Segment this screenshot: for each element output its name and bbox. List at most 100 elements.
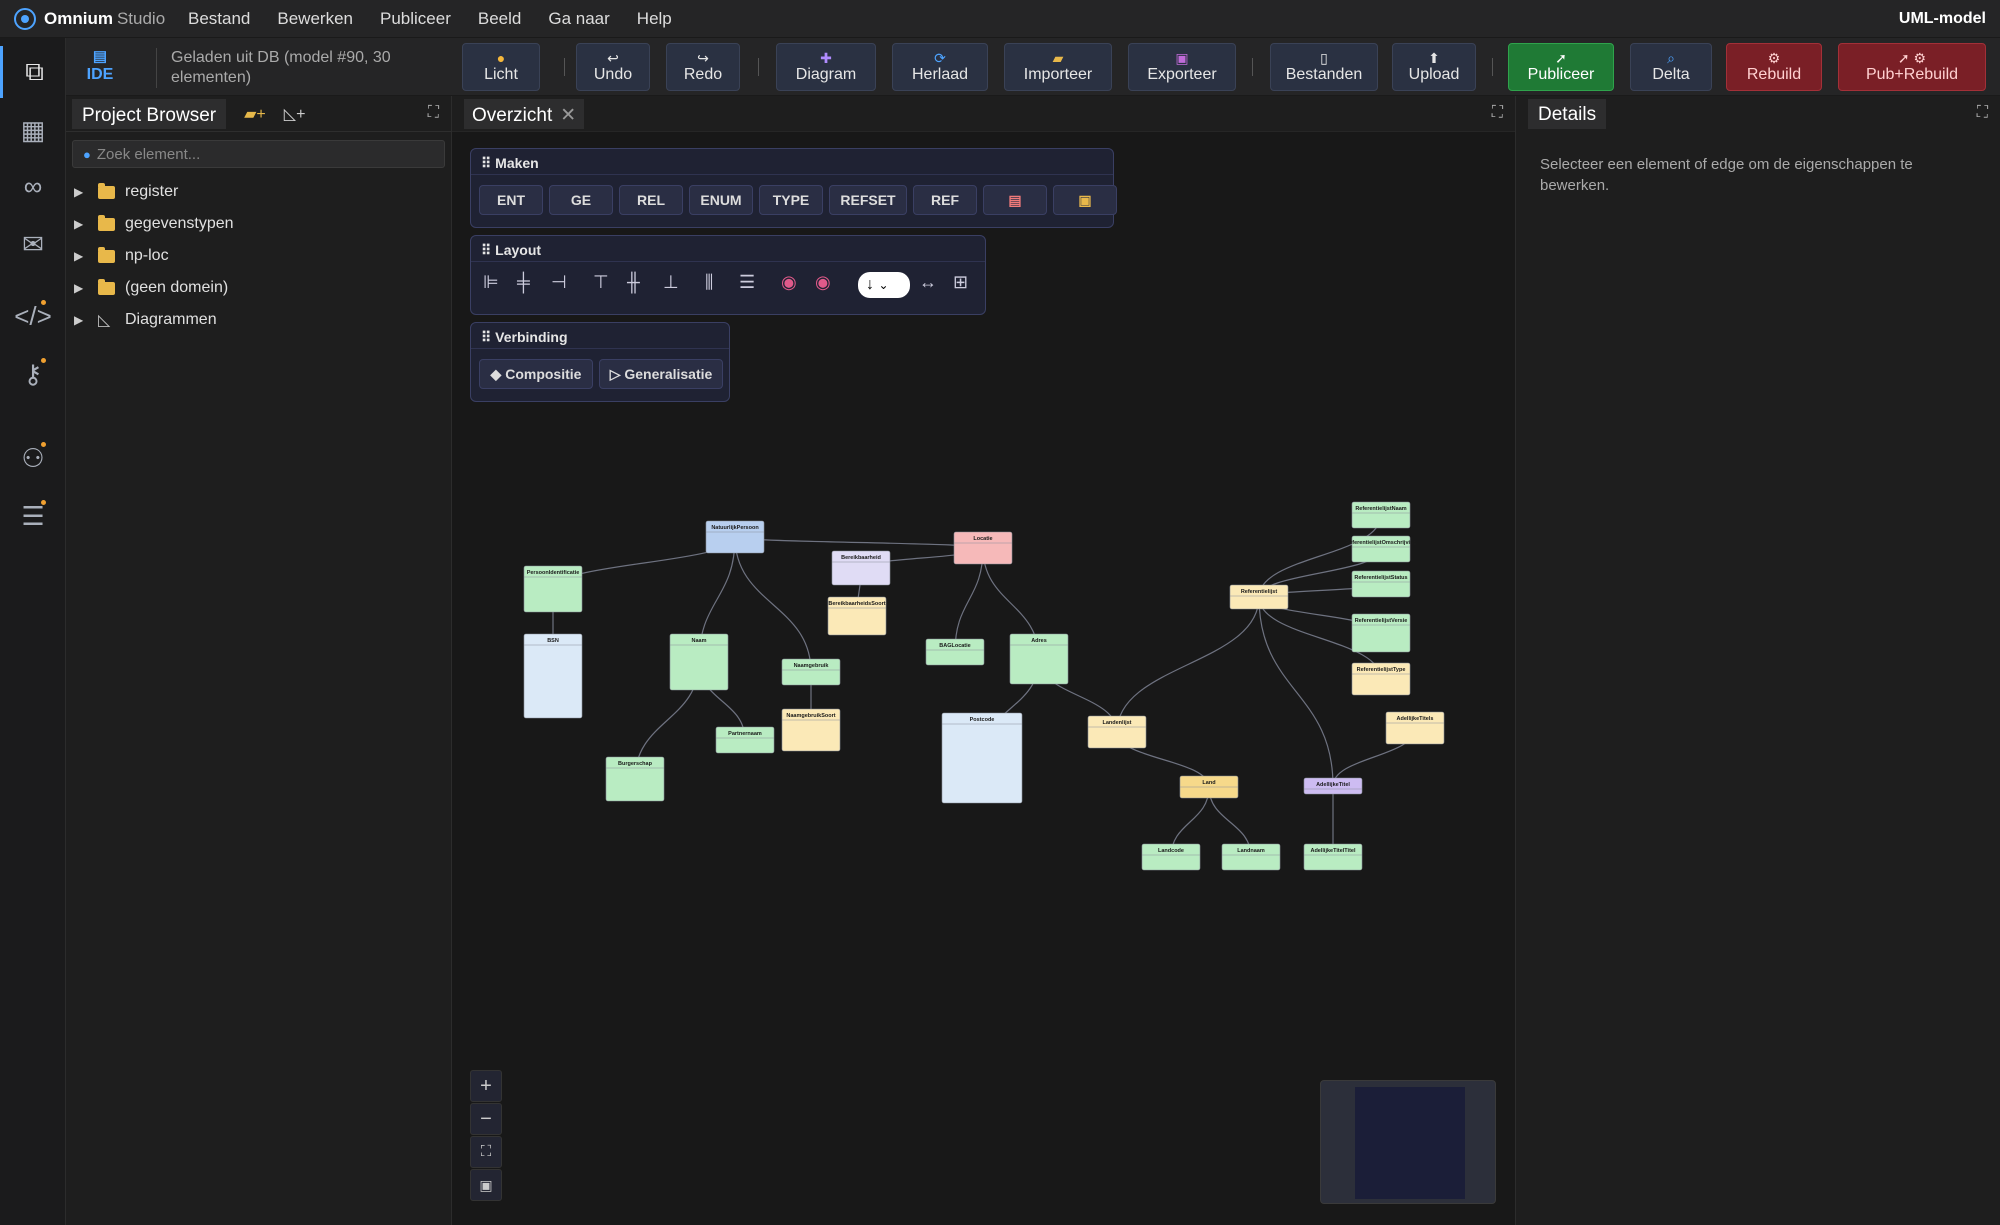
key-icon[interactable]: ⚷ (0, 348, 66, 400)
edge[interactable] (734, 536, 812, 673)
diagram-node[interactable]: BereikbaarheidsSoort (827, 596, 887, 636)
diagram-node[interactable]: Partnernaam (715, 726, 775, 754)
graph-view-icon[interactable]: ∞ (0, 160, 66, 212)
diagram-node[interactable]: Burgerschap (605, 756, 665, 802)
diagram-node[interactable]: BSN (523, 633, 583, 719)
diagram-node[interactable]: ReferentielijstNaam (1351, 501, 1411, 529)
minimap[interactable] (1320, 1080, 1496, 1204)
diagram-node[interactable]: Naam (669, 633, 729, 691)
table-view-icon[interactable]: ▦ (0, 104, 66, 156)
diagram-node[interactable]: Postcode (941, 712, 1023, 804)
importeer-button[interactable]: ▰ Importeer (1004, 43, 1112, 91)
tab-project-browser[interactable]: Project Browser (72, 98, 227, 129)
bestanden-button[interactable]: ▯ Bestanden (1270, 43, 1378, 91)
compositie-button[interactable]: ◆ Compositie (479, 359, 593, 389)
diagram-node[interactable]: ReferentielijstType (1351, 662, 1411, 696)
diagram-node[interactable]: Locatie (953, 531, 1013, 565)
document-icon[interactable]: ▤ (983, 185, 1047, 215)
auto-layout-selection-icon[interactable]: ◉ (815, 272, 831, 293)
rebuild-button[interactable]: ⚙ Rebuild (1726, 43, 1822, 91)
tree-item-register[interactable]: ▶ register (66, 176, 451, 208)
lock-icon[interactable]: ▣ (1053, 185, 1117, 215)
upload-button[interactable]: ⬆ Upload (1392, 43, 1476, 91)
menu-bestand[interactable]: Bestand (188, 9, 250, 29)
expand-arrow-icon[interactable]: ▶ (74, 249, 90, 263)
diagram-node[interactable]: NaamgebruikSoort (781, 708, 841, 752)
menu-beeld[interactable]: Beeld (478, 9, 521, 29)
align-middle-icon[interactable]: ╫ (627, 272, 640, 293)
diagram-node[interactable]: ReferentielijstOmschrijving (1345, 535, 1417, 563)
zoom-in-icon[interactable]: + (470, 1070, 502, 1102)
align-bottom-icon[interactable]: ⊥ (663, 272, 679, 293)
diagram-node[interactable]: Bereikbaarheid (831, 550, 891, 586)
diagram-node[interactable]: Land (1179, 775, 1239, 799)
users-icon[interactable]: ⚇ (0, 432, 66, 484)
diagram-node[interactable]: AdellijkeTitel (1303, 777, 1363, 795)
code-icon[interactable]: </> (0, 290, 66, 342)
diagram-node[interactable]: Referentielijst (1229, 584, 1289, 610)
fit-view-icon[interactable]: ⛶ (470, 1136, 502, 1168)
generalisatie-button[interactable]: ▷ Generalisatie (599, 359, 723, 389)
minimap-viewport[interactable] (1355, 1087, 1465, 1199)
tree-item-geen-domein[interactable]: ▶ (geen domein) (66, 272, 451, 304)
undo-button[interactable]: ↩ Undo (576, 43, 650, 91)
edge[interactable] (734, 536, 984, 549)
lock-icon[interactable]: ▣ (470, 1169, 502, 1201)
diagram-node[interactable]: AdellijkeTitels (1385, 711, 1445, 745)
expand-arrow-icon[interactable]: ▶ (74, 281, 90, 295)
menu-bewerken[interactable]: Bewerken (277, 9, 353, 29)
layout-direction-select[interactable]: ↓ ⌄ (858, 272, 910, 298)
enum-button[interactable]: ENUM (689, 185, 753, 215)
delta-button[interactable]: ⌕ Delta (1630, 43, 1712, 91)
align-left-icon[interactable]: ⊫ (483, 272, 499, 293)
expand-icon[interactable]: ⛶ (1977, 104, 1988, 122)
search-input[interactable]: ● Zoek element... (72, 140, 445, 168)
add-diagram-icon[interactable]: ◺+ (284, 104, 306, 124)
menu-help[interactable]: Help (637, 9, 672, 29)
align-right-icon[interactable]: ⊣ (551, 272, 567, 293)
edge[interactable] (1116, 596, 1260, 733)
licht-button[interactable]: ● Licht (462, 43, 540, 91)
mail-icon[interactable]: ✉ (0, 218, 66, 270)
menu-ga-naar[interactable]: Ga naar (548, 9, 609, 29)
align-center-h-icon[interactable]: ╪ (517, 272, 530, 293)
diagram-node[interactable]: PersoonIdentificatie (523, 565, 583, 613)
type-button[interactable]: TYPE (759, 185, 823, 215)
expand-arrow-icon[interactable]: ▶ (74, 217, 90, 231)
add-folder-icon[interactable]: ▰+ (244, 104, 266, 124)
expand-arrow-icon[interactable]: ▶ (74, 185, 90, 199)
expand-icon[interactable]: ⛶ (428, 104, 439, 122)
tree-item-gegevenstypen[interactable]: ▶ gegevenstypen (66, 208, 451, 240)
auto-layout-icon[interactable]: ◉ (781, 272, 797, 293)
herlaad-button[interactable]: ⟳ Herlaad (892, 43, 988, 91)
redo-button[interactable]: ↪ Redo (666, 43, 740, 91)
rel-button[interactable]: REL (619, 185, 683, 215)
menu-publiceer[interactable]: Publiceer (380, 9, 451, 29)
diagram-node[interactable]: Adres (1009, 633, 1069, 685)
spacing-icon[interactable]: ↔ (919, 272, 937, 293)
tab-details[interactable]: Details (1528, 99, 1607, 129)
diagram-node[interactable]: ReferentielijstVersie (1351, 613, 1411, 653)
grid-icon[interactable]: ⊞ (953, 272, 968, 293)
ide-button[interactable]: ▤ IDE (78, 48, 122, 84)
diagram-node[interactable]: Landnaam (1221, 843, 1281, 871)
ref-button[interactable]: REF (913, 185, 977, 215)
tree-item-np-loc[interactable]: ▶ np-loc (66, 240, 451, 272)
diagram-node[interactable]: NatuurlijkPersoon (705, 520, 765, 554)
pub-rebuild-button[interactable]: ➚ ⚙ Pub+Rebuild (1838, 43, 1986, 91)
distribute-h-icon[interactable]: ⫼ (705, 272, 713, 293)
diagram-node[interactable]: BAGLocatie (925, 638, 985, 666)
diagram-node[interactable]: AdellijkeTitelTitel (1303, 843, 1363, 871)
exporteer-button[interactable]: ▣ Exporteer (1128, 43, 1236, 91)
node-box[interactable] (941, 712, 1023, 804)
align-top-icon[interactable]: ⊤ (593, 272, 609, 293)
tree-item-diagrammen[interactable]: ▶ ◺ Diagrammen (66, 304, 451, 336)
diagram-node[interactable]: Naamgebruik (781, 658, 841, 686)
expand-arrow-icon[interactable]: ▶ (74, 313, 90, 327)
refset-button[interactable]: REFSET (829, 185, 907, 215)
zoom-out-icon[interactable]: − (470, 1103, 502, 1135)
ge-button[interactable]: GE (549, 185, 613, 215)
edge[interactable] (1258, 596, 1334, 787)
node-box[interactable] (523, 633, 583, 719)
diagram-node[interactable]: Landenlijst (1087, 715, 1147, 749)
